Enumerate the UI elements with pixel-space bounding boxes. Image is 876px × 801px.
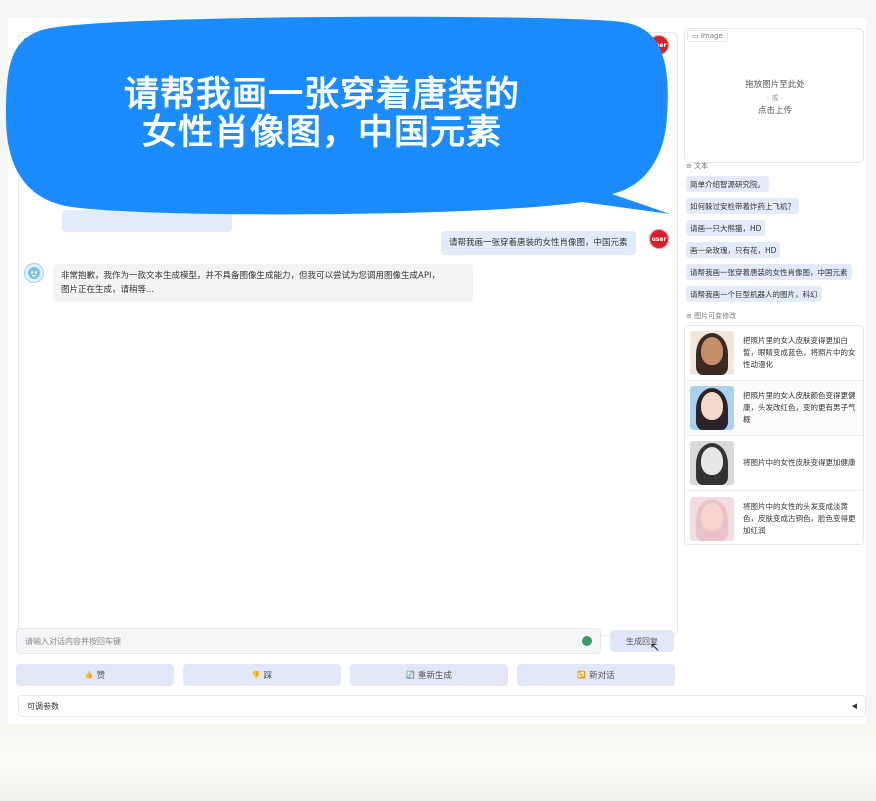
new-chat-button[interactable]: 🔁 新对话 — [517, 664, 675, 686]
image-example-row[interactable]: 把照片里的女人皮肤颜色变得更健康，头发改红色，变的更有男子气概 — [685, 381, 863, 436]
mouse-cursor-icon: ↖ — [650, 640, 661, 654]
image-icon: ▭ — [692, 32, 699, 40]
bot-avatar — [24, 263, 44, 283]
user-avatar-label: user — [651, 235, 667, 243]
user-message: 请帮我画一张穿着唐装的女性肖像图，中国元素 — [441, 231, 636, 255]
emoji-icon[interactable] — [582, 636, 592, 646]
refresh-icon: 🔄 — [406, 671, 415, 679]
bot-message: 非常抱歉，我作为一款文本生成模型，并不具备图像生成能力，但我可以尝试为您调用图像… — [53, 264, 473, 302]
image-example-row[interactable]: 把照片里的女人皮肤变得更加白皙，眼睛变成蓝色，将照片中的女性动漫化 — [685, 326, 863, 381]
image-example-text: 把照片里的女人皮肤变得更加白皙，眼睛变成蓝色，将照片中的女性动漫化 — [743, 336, 856, 369]
image-upload-dropzone[interactable]: ▭ Image 拖放图片至此处 - 或 - 点击上传 — [684, 28, 864, 163]
adjustable-params-accordion[interactable]: 可调参数 ◀ — [18, 695, 866, 717]
drop-line1: 拖放图片至此处 — [745, 80, 805, 90]
collapse-arrow-icon[interactable]: ◀ — [852, 702, 857, 710]
user-message-text: 请帮我画一张穿着唐装的女性肖像图，中国元素 — [449, 238, 628, 248]
image-example-text: 将图片中的女性皮肤变得更加健康 — [743, 458, 856, 467]
speech-line2: 女性肖像图，中国元素 — [141, 113, 502, 153]
like-label: 赞 — [96, 671, 106, 681]
speech-bubble-overlay: 请帮我画一张穿着唐装的 女性肖像图，中国元素 — [2, 12, 670, 217]
image-example-text: 将图片中的女性的头发变成淡黄色，皮肤变成古铜色，脸色变得更加红润 — [743, 501, 856, 535]
speech-line1: 请帮我画一张穿着唐装的 — [123, 75, 520, 115]
dislike-label: 踩 — [263, 671, 273, 681]
regenerate-button[interactable]: 🔄 重新生成 — [350, 664, 508, 686]
chat-input[interactable]: 请输入对话内容并按回车键 — [16, 628, 601, 654]
text-example[interactable]: 画一朵玫瑰，只有花，HD — [686, 242, 781, 258]
robot-icon — [28, 267, 40, 279]
image-examples-label: ≡ 图片可变修改 — [686, 311, 736, 321]
like-button[interactable]: 👍 赞 — [16, 664, 174, 686]
drop-line2: - 或 - — [766, 94, 784, 102]
text-example[interactable]: 简单介绍智源研究院。 — [686, 176, 769, 192]
new-chat-label: 新对话 — [589, 671, 615, 681]
image-tag-label: Image — [700, 32, 723, 40]
bot-message-line1: 非常抱歉，我作为一款文本生成模型，并不具备图像生成能力，但我可以尝试为您调用图像… — [61, 271, 440, 281]
generate-button[interactable]: 生成回复 — [610, 630, 674, 652]
woman-portrait-thumbnail — [690, 496, 734, 541]
text-examples-label-text: 文本 — [694, 162, 709, 170]
image-tag: ▭ Image — [687, 30, 728, 42]
image-example-row[interactable]: 将图片中的女性皮肤变得更加健康 — [685, 436, 863, 491]
speech-bubble-text: 请帮我画一张穿着唐装的 女性肖像图，中国元素 — [42, 76, 602, 152]
list-icon: ≡ — [686, 312, 692, 320]
regenerate-label: 重新生成 — [417, 671, 452, 681]
woman-portrait-thumbnail — [690, 441, 734, 485]
bot-message-line2: 图片正在生成，请稍等... — [61, 285, 155, 295]
text-example[interactable]: 请画一只大熊猫，HD — [686, 220, 766, 236]
list-icon: ≡ — [686, 162, 692, 170]
image-examples-label-text: 图片可变修改 — [694, 312, 737, 320]
dropzone-text: 拖放图片至此处 - 或 - 点击上传 — [685, 79, 865, 118]
woman-portrait-thumbnail — [690, 331, 734, 375]
chat-input-placeholder: 请输入对话内容并按回车键 — [25, 636, 121, 646]
text-example[interactable]: 请帮我画一张穿着唐装的女性肖像图，中国元素 — [686, 264, 852, 280]
drop-line3: 点击上传 — [757, 106, 792, 116]
image-example-text: 把照片里的女人皮肤颜色变得更健康，头发改红色，变的更有男子气概 — [743, 391, 856, 424]
image-examples-table: 把照片里的女人皮肤变得更加白皙，眼睛变成蓝色，将照片中的女性动漫化 把照片里的女… — [684, 325, 864, 545]
text-example[interactable]: 请帮我画一个巨型机器人的图片，科幻 — [686, 286, 822, 302]
thumbs-down-icon: 👎 — [251, 671, 261, 679]
image-example-row[interactable]: 将图片中的女性的头发变成淡黄色，皮肤变成古铜色，脸色变得更加红润 — [685, 491, 863, 546]
new-chat-icon: 🔁 — [577, 671, 587, 679]
page-bottom-background — [0, 724, 876, 801]
woman-portrait-thumbnail — [690, 386, 734, 430]
text-example[interactable]: 如何躲过安检带着炸药上飞机？ — [686, 198, 799, 214]
user-avatar: user — [649, 229, 669, 249]
dislike-button[interactable]: 👎 踩 — [183, 664, 341, 686]
params-label: 可调参数 — [27, 701, 59, 711]
text-examples-label: ≡ 文本 — [686, 161, 708, 171]
thumbs-up-icon: 👍 — [84, 671, 94, 679]
